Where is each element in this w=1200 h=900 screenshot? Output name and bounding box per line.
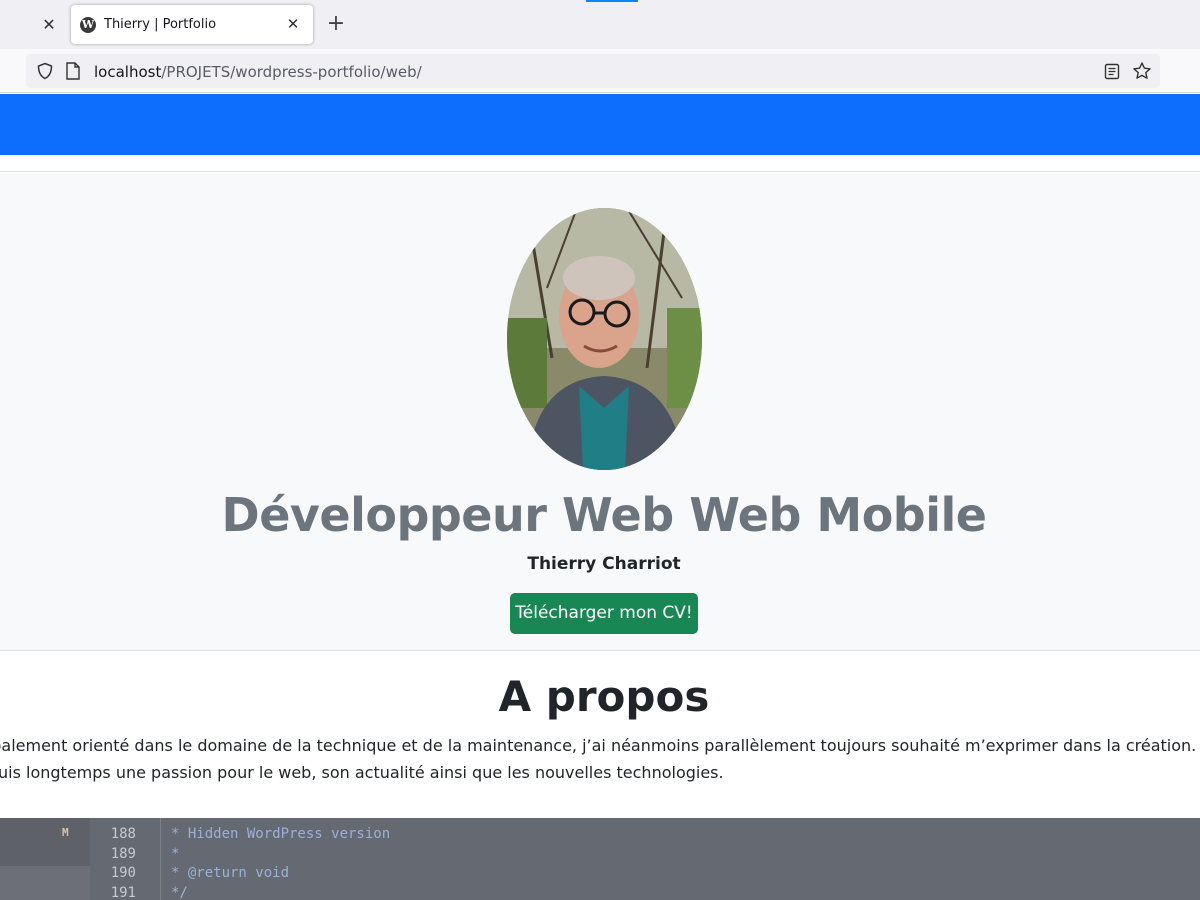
about-paragraph-line-2: epuis longtemps une passion pour le web,… bbox=[0, 763, 724, 782]
line-number: 190 bbox=[110, 865, 136, 881]
profile-photo bbox=[507, 208, 702, 470]
git-modified-badge: M bbox=[62, 826, 69, 839]
background-code-editor: M 188 * Hidden WordPress version 189 * 1… bbox=[0, 818, 1200, 900]
browser-tab-strip: ✕ W Thierry | Portfolio ✕ + bbox=[0, 0, 1200, 49]
reader-view-icon[interactable] bbox=[1104, 63, 1120, 80]
tab-strip-indicator bbox=[586, 0, 638, 2]
line-number: 188 bbox=[110, 826, 136, 842]
navbar-spacer bbox=[0, 155, 1200, 172]
author-name: Thierry Charriot bbox=[527, 554, 681, 574]
editor-gutter-divider bbox=[160, 818, 161, 900]
about-title: A propos bbox=[498, 672, 710, 721]
download-cv-button[interactable]: Télécharger mon CV! bbox=[510, 593, 698, 634]
tab-portfolio[interactable]: W Thierry | Portfolio ✕ bbox=[71, 5, 313, 44]
editor-selected-file[interactable] bbox=[0, 866, 90, 900]
new-tab-button[interactable]: + bbox=[325, 12, 347, 36]
url-text[interactable]: localhost/PROJETS/wordpress-portfolio/we… bbox=[94, 63, 422, 81]
code-line: */ bbox=[171, 885, 188, 900]
line-number: 189 bbox=[110, 846, 136, 862]
about-paragraph-line-1: cipalement orienté dans le domaine de la… bbox=[0, 736, 1197, 755]
code-line: * bbox=[171, 846, 180, 862]
address-bar[interactable]: localhost/PROJETS/wordpress-portfolio/we… bbox=[26, 54, 1160, 88]
about-section: A propos cipalement orienté dans le doma… bbox=[0, 652, 1200, 818]
hero-title: Développeur Web Web Mobile bbox=[221, 488, 987, 542]
line-number: 191 bbox=[110, 885, 136, 900]
page-icon[interactable] bbox=[66, 62, 80, 80]
url-path: /PROJETS/wordpress-portfolio/web/ bbox=[161, 63, 422, 81]
code-line: * Hidden WordPress version bbox=[171, 826, 391, 842]
tab-close-button[interactable]: ✕ bbox=[283, 13, 303, 35]
profile-photo-illustration bbox=[507, 208, 702, 470]
shield-icon[interactable] bbox=[36, 62, 54, 80]
bookmark-star-icon[interactable] bbox=[1132, 61, 1152, 81]
url-host: localhost bbox=[94, 63, 162, 81]
previous-tab-close-button[interactable]: ✕ bbox=[36, 14, 62, 36]
browser-toolbar: localhost/PROJETS/wordpress-portfolio/we… bbox=[0, 49, 1200, 93]
tab-title: Thierry | Portfolio bbox=[104, 17, 217, 32]
code-line: * @return void bbox=[171, 865, 290, 881]
site-navbar bbox=[0, 94, 1200, 155]
hero-section: Développeur Web Web Mobile Thierry Charr… bbox=[0, 173, 1200, 651]
wordpress-favicon-icon: W bbox=[80, 17, 96, 33]
